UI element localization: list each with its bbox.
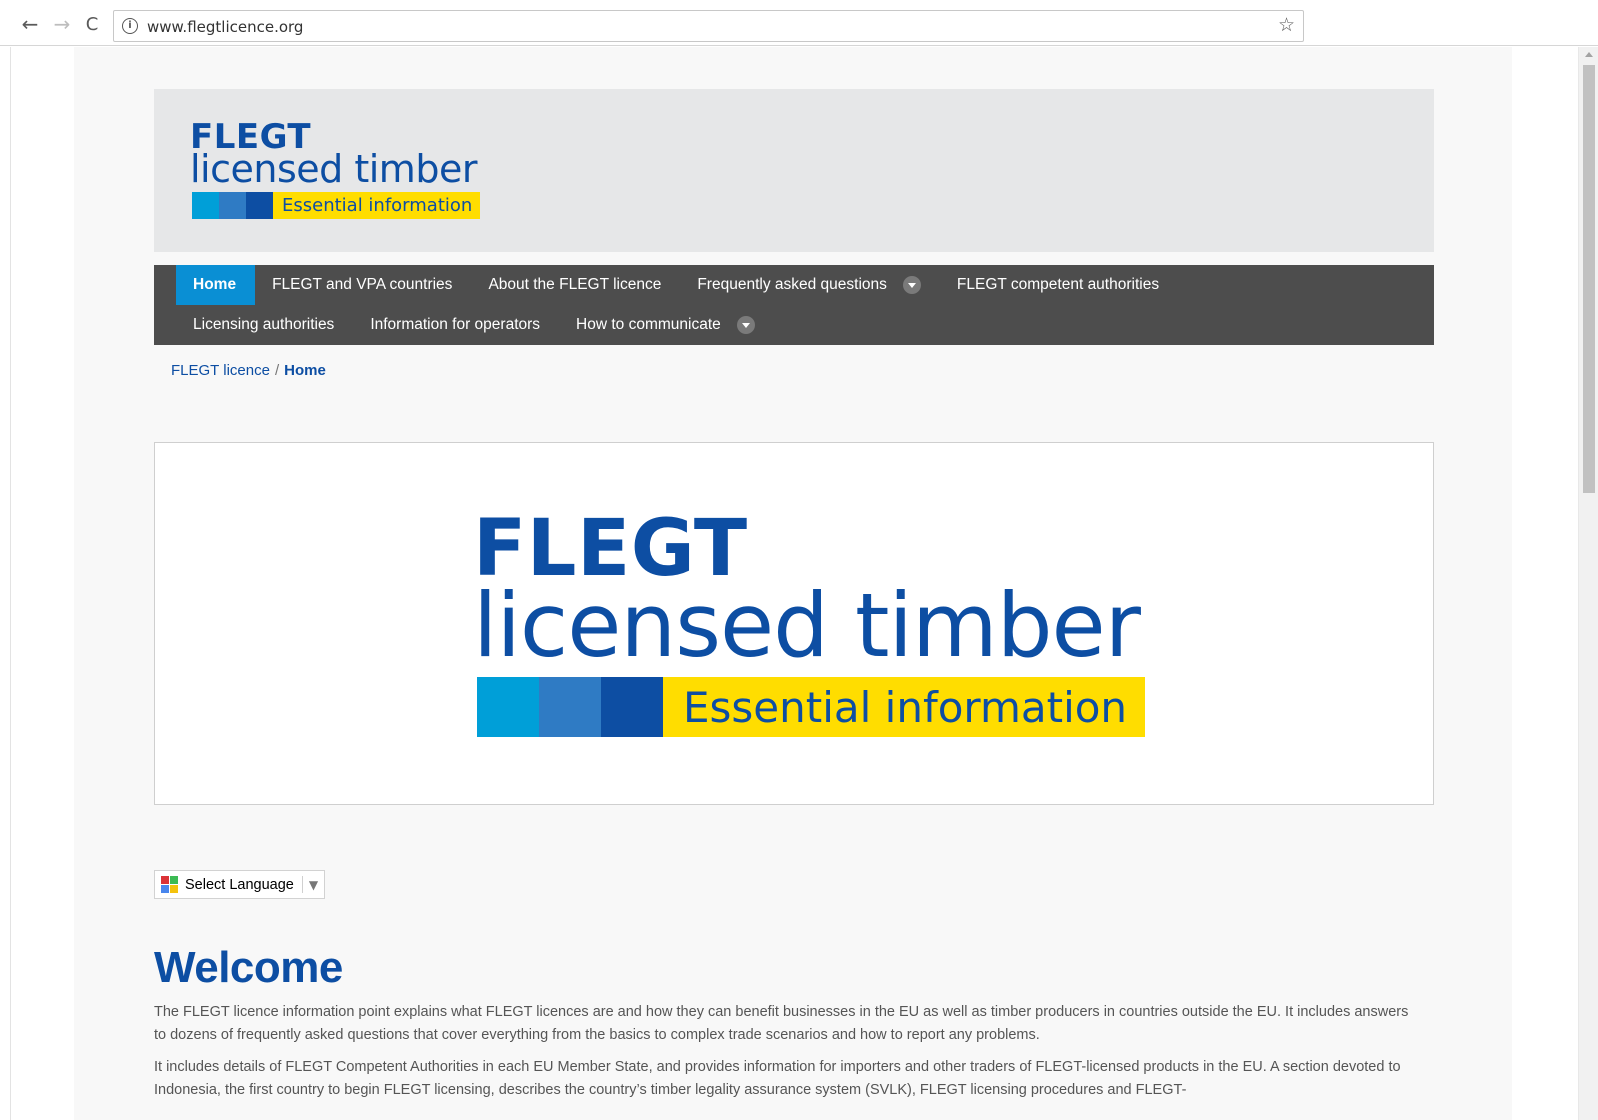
menu-item-faq[interactable]: Frequently asked questions bbox=[680, 265, 940, 305]
page-viewport: FLEGT licensed timber Essential informat… bbox=[0, 47, 1598, 1120]
chevron-down-icon[interactable] bbox=[736, 316, 755, 334]
forward-arrow-icon[interactable]: → bbox=[50, 12, 74, 36]
language-divider bbox=[301, 876, 303, 893]
address-bar[interactable]: i www.flegtlicence.org ☆ bbox=[113, 10, 1304, 42]
browser-toolbar: ← → C i www.flegtlicence.org ☆ bbox=[0, 0, 1598, 46]
hero-square-cyan bbox=[477, 677, 539, 737]
logo-square-cyan bbox=[192, 192, 219, 219]
menu-item-about-licence[interactable]: About the FLEGT licence bbox=[471, 265, 680, 305]
menu-row-1: Home FLEGT and VPA countries About the F… bbox=[176, 265, 1178, 305]
logo-square-navy bbox=[246, 192, 273, 219]
menu-row-2: Licensing authorities Information for op… bbox=[176, 305, 774, 345]
menu-item-information-operators[interactable]: Information for operators bbox=[353, 305, 559, 345]
breadcrumb-separator: / bbox=[274, 362, 280, 379]
vertical-scrollbar[interactable] bbox=[1578, 47, 1598, 1120]
hero-logo-subtitle: licensed timber bbox=[473, 574, 1141, 677]
menu-item-competent-authorities[interactable]: FLEGT competent authorities bbox=[940, 265, 1178, 305]
menu-item-label: Frequently asked questions bbox=[697, 276, 887, 293]
url-text[interactable]: www.flegtlicence.org bbox=[147, 18, 303, 36]
logo-subtitle: licensed timber bbox=[190, 147, 477, 191]
logo-tagline: Essential information bbox=[273, 192, 481, 219]
bookmark-star-icon[interactable]: ☆ bbox=[1278, 14, 1295, 36]
logo-square-blue bbox=[219, 192, 246, 219]
header-banner: FLEGT licensed timber Essential informat… bbox=[154, 89, 1434, 252]
menu-item-how-to-communicate[interactable]: How to communicate bbox=[559, 305, 774, 345]
left-divider bbox=[10, 47, 11, 1120]
site-logo[interactable]: FLEGT licensed timber Essential informat… bbox=[190, 120, 481, 219]
welcome-paragraph-1: The FLEGT licence information point expl… bbox=[154, 1004, 1409, 1043]
menu-item-label: Information for operators bbox=[370, 316, 541, 333]
hero-logo-strip: Essential information bbox=[477, 677, 1146, 737]
page-container: FLEGT licensed timber Essential informat… bbox=[74, 47, 1512, 1120]
hero-image: FLEGT licensed timber Essential informat… bbox=[154, 442, 1434, 805]
scrollbar-thumb[interactable] bbox=[1583, 65, 1595, 493]
main-menu: Home FLEGT and VPA countries About the F… bbox=[154, 265, 1434, 345]
menu-item-flegt-vpa-countries[interactable]: FLEGT and VPA countries bbox=[255, 265, 471, 305]
menu-item-licensing-authorities[interactable]: Licensing authorities bbox=[176, 305, 353, 345]
menu-item-home[interactable]: Home bbox=[176, 265, 256, 305]
breadcrumb-current: Home bbox=[284, 362, 326, 379]
menu-item-label: Home bbox=[193, 276, 237, 293]
hero-logo-tagline: Essential information bbox=[663, 677, 1146, 737]
hero-logo: FLEGT licensed timber Essential informat… bbox=[473, 509, 1146, 737]
dropdown-arrow-icon[interactable]: ▼ bbox=[309, 878, 318, 892]
google-translate-icon bbox=[161, 876, 178, 893]
breadcrumb-link-flegt-licence[interactable]: FLEGT licence bbox=[171, 362, 270, 379]
welcome-heading: Welcome bbox=[154, 943, 343, 992]
scroll-up-arrow-icon[interactable] bbox=[1585, 52, 1593, 57]
language-selector[interactable]: Select Language ▼ bbox=[154, 870, 325, 899]
language-label: Select Language bbox=[185, 876, 294, 893]
menu-item-label: Licensing authorities bbox=[193, 316, 335, 333]
menu-item-label: FLEGT competent authorities bbox=[956, 276, 1160, 293]
breadcrumb: FLEGT licence / Home bbox=[171, 362, 326, 379]
menu-item-label: FLEGT and VPA countries bbox=[272, 276, 453, 293]
hero-square-navy bbox=[601, 677, 663, 737]
info-icon[interactable]: i bbox=[122, 18, 138, 34]
welcome-paragraph-2: It includes details of FLEGT Competent A… bbox=[154, 1059, 1401, 1098]
menu-item-label: About the FLEGT licence bbox=[488, 276, 662, 293]
chevron-down-icon[interactable] bbox=[902, 276, 921, 294]
menu-item-label: How to communicate bbox=[576, 316, 721, 333]
logo-strip: Essential information bbox=[192, 192, 481, 219]
reload-icon[interactable]: C bbox=[80, 12, 104, 36]
hero-square-blue bbox=[539, 677, 601, 737]
back-arrow-icon[interactable]: ← bbox=[18, 12, 42, 36]
